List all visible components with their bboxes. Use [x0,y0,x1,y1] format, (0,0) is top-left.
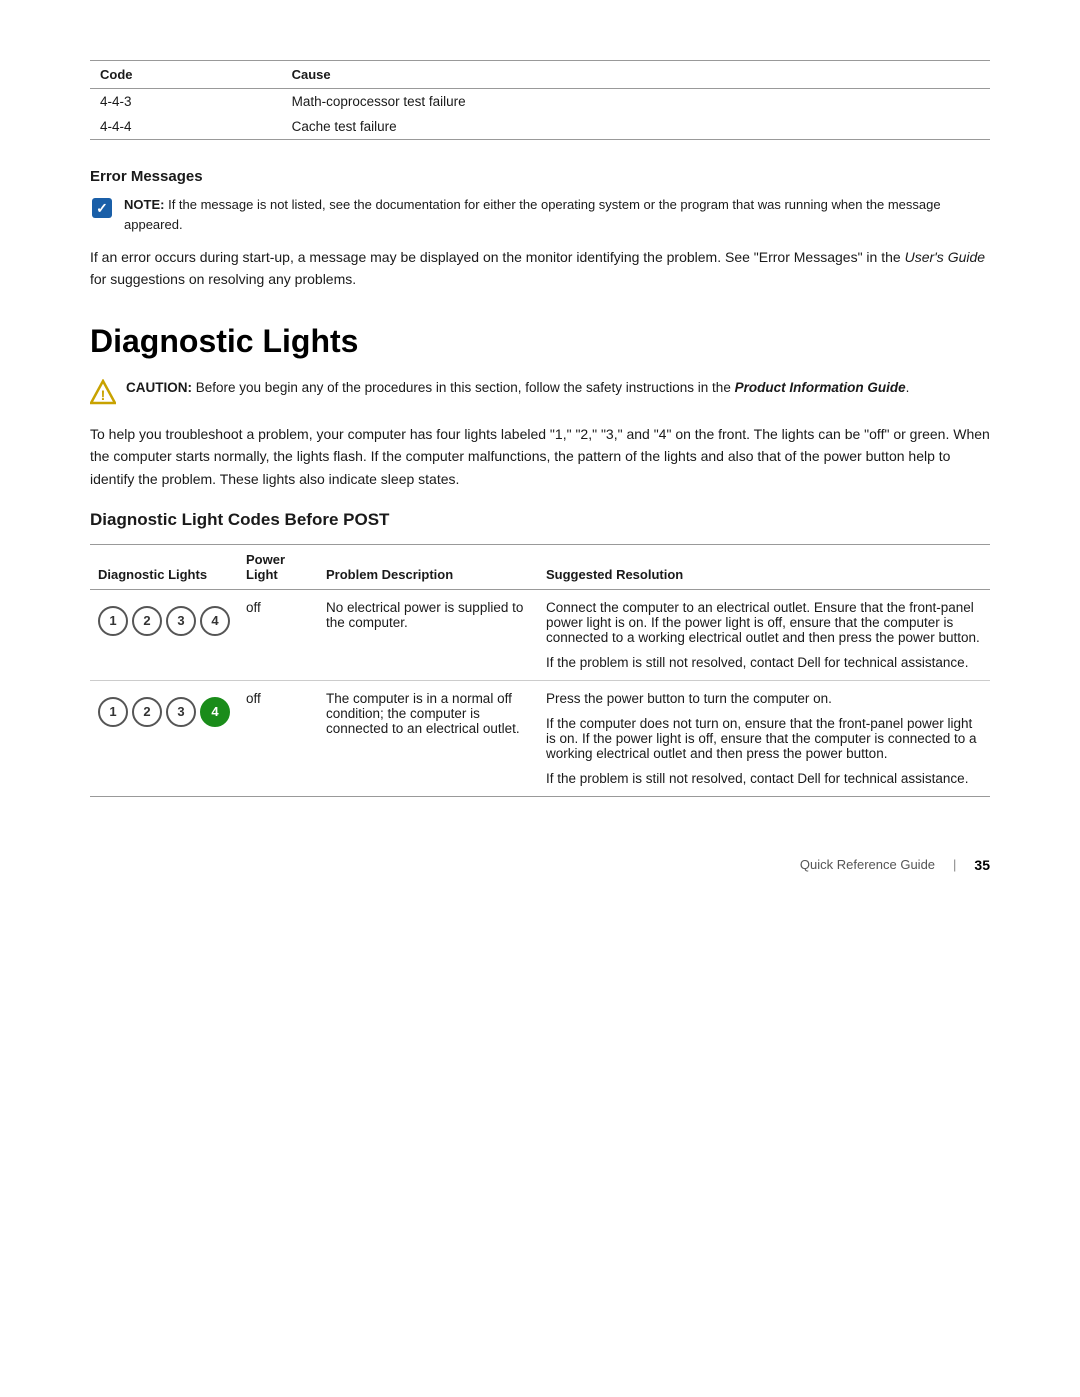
footer-guide-label: Quick Reference Guide [800,857,935,872]
problem-description-header: Problem Description [318,544,538,589]
svg-text:✓: ✓ [96,200,108,216]
diagnostic-lights-section: Diagnostic Lights ! CAUTION: Before you … [90,323,990,797]
error-messages-body: If an error occurs during start-up, a me… [90,246,990,291]
light-3: 3 [166,606,196,636]
code-cell: 4-4-3 [90,89,282,115]
table-row: 1 2 3 4 off No electrical power is suppl… [90,589,990,680]
note-box: ✓ NOTE: If the message is not listed, se… [90,195,990,234]
footer: Quick Reference Guide | 35 [90,857,990,873]
resolution-cell: Press the power button to turn the compu… [538,680,990,796]
lights-display: 1 2 3 4 [98,600,230,636]
note-label: NOTE: [124,197,164,212]
caution-text: CAUTION: Before you begin any of the pro… [126,378,909,398]
error-messages-heading: Error Messages [90,168,990,185]
light-1: 1 [98,606,128,636]
caution-icon: ! [90,379,116,405]
svg-text:!: ! [101,387,106,403]
footer-separator: | [953,857,956,872]
problem-cell: No electrical power is supplied to the c… [318,589,538,680]
error-messages-section: Error Messages ✓ NOTE: If the message is… [90,168,990,291]
problem-cell: The computer is in a normal off conditio… [318,680,538,796]
caution-label: CAUTION: [126,380,192,395]
lights-cell: 1 2 3 4 [90,589,238,680]
footer-page-number: 35 [974,857,990,873]
code-column-header: Code [90,61,282,89]
lights-display: 1 2 3 4 [98,691,230,727]
diagnostic-lights-heading: Diagnostic Lights [90,323,990,360]
note-text: NOTE: If the message is not listed, see … [124,195,990,234]
diag-lights-header: Diagnostic Lights [90,544,238,589]
caution-body: Before you begin any of the procedures i… [196,380,735,395]
code-cell: 4-4-4 [90,114,282,140]
light-2: 2 [132,697,162,727]
caution-bold-italic: Product Information Guide [735,380,906,395]
power-cell: off [238,680,318,796]
power-cell: off [238,589,318,680]
top-error-codes-table: Code Cause 4-4-3 Math-coprocessor test f… [90,60,990,140]
cause-cell: Math-coprocessor test failure [282,89,990,115]
light-1: 1 [98,697,128,727]
light-4: 4 [200,606,230,636]
caution-box: ! CAUTION: Before you begin any of the p… [90,378,990,405]
table-row: 1 2 3 4 off The computer is in a normal … [90,680,990,796]
light-3: 3 [166,697,196,727]
cause-cell: Cache test failure [282,114,990,140]
light-4-green: 4 [200,697,230,727]
power-light-header: PowerLight [238,544,318,589]
cause-column-header: Cause [282,61,990,89]
resolution-cell: Connect the computer to an electrical ou… [538,589,990,680]
diagnostic-lights-body: To help you troubleshoot a problem, your… [90,423,990,490]
diagnostic-light-codes-subheading: Diagnostic Light Codes Before POST [90,510,990,530]
lights-cell: 1 2 3 4 [90,680,238,796]
note-icon: ✓ [90,196,114,220]
table-row: 4-4-3 Math-coprocessor test failure [90,89,990,115]
suggested-resolution-header: Suggested Resolution [538,544,990,589]
diagnostic-lights-table: Diagnostic Lights PowerLight Problem Des… [90,544,990,797]
note-body: If the message is not listed, see the do… [124,197,941,232]
light-2: 2 [132,606,162,636]
table-row: 4-4-4 Cache test failure [90,114,990,140]
